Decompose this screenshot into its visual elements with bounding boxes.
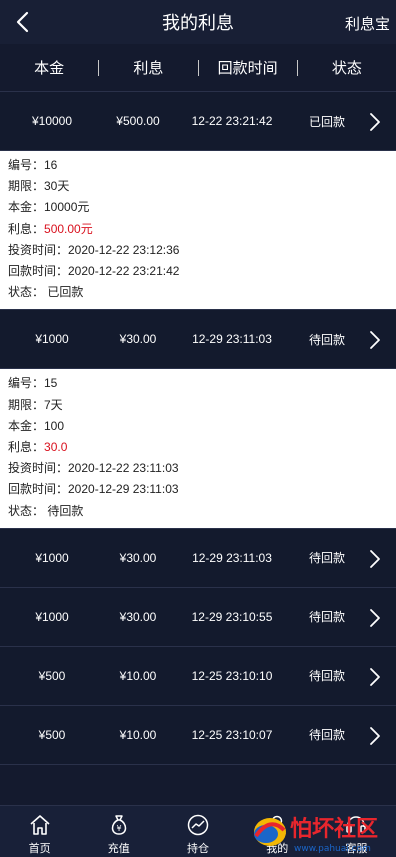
column-return-time: 回款时间	[217, 60, 278, 77]
tab-label: 客服	[345, 843, 368, 855]
detail-line: 本金：100	[8, 418, 65, 433]
money-bag-icon: ¥	[111, 815, 127, 835]
record-status: 待回款	[308, 551, 345, 566]
record-principal: ¥500	[38, 727, 66, 742]
chevron-right-icon[interactable]	[368, 549, 382, 569]
record-return-time: 12-22 23:21:42	[191, 114, 273, 128]
record-principal: ¥1000	[35, 609, 69, 624]
detail-line: 状态： 待回款	[8, 503, 84, 518]
chevron-right-icon[interactable]	[368, 726, 382, 746]
tab-label: 持仓	[187, 843, 209, 855]
record-interest: ¥30.00	[119, 332, 157, 347]
detail-line: 期限：30天	[8, 179, 70, 194]
record-detail: 编号：16 期限：30天 本金：10000元 利息：500.00元 投资时间：2020-…	[0, 151, 396, 311]
interest-list: ¥10000 ¥500.00 12-22 23:21:42 已回款编号：16 期限：30…	[0, 92, 396, 765]
detail-interest-value: 30.0	[44, 440, 68, 455]
back-button[interactable]	[8, 8, 36, 36]
record-row[interactable]: ¥10000 ¥500.00 12-22 23:21:42 已回款	[0, 92, 396, 151]
chevron-right-icon[interactable]	[368, 608, 382, 628]
detail-line: 本金：10000元	[8, 200, 90, 215]
record-interest: ¥500.00	[116, 114, 160, 128]
chevron-right-icon[interactable]	[368, 667, 382, 687]
record-interest: ¥10.00	[119, 727, 157, 742]
chevron-left-icon	[16, 11, 29, 33]
tab-label: 我的	[266, 843, 289, 855]
record-return-time: 12-29 23:11:03	[192, 332, 272, 347]
record-row[interactable]: ¥500 ¥10.00 12-25 23:10:07 待回款	[0, 705, 396, 765]
record-status: 已回款	[308, 114, 345, 129]
tab-chart[interactable]: 持仓	[158, 806, 237, 857]
record-row[interactable]: ¥500 ¥10.00 12-25 23:10:10 待回款	[0, 646, 396, 706]
detail-label: 利息：	[8, 221, 45, 236]
detail-line: 状态： 已回款	[8, 285, 84, 300]
bottom-tab-bar: 首页 ¥ 充值 持仓 我的 客服	[0, 805, 396, 857]
tab-label: 首页	[28, 843, 51, 855]
chevron-right-icon[interactable]	[368, 112, 382, 132]
record-row[interactable]: ¥1000 ¥30.00 12-29 23:11:03 待回款	[0, 310, 396, 370]
record-return-time: 12-25 23:10:10	[191, 668, 273, 683]
record-return-time: 12-29 23:11:03	[192, 550, 272, 565]
record-return-time: 12-25 23:10:07	[191, 727, 273, 742]
headset-icon	[346, 816, 367, 833]
detail-line: 回款时间：2020-12-29 23:11:03	[8, 482, 179, 497]
chevron-right-icon[interactable]	[368, 330, 382, 350]
record-interest: ¥30.00	[119, 609, 157, 624]
detail-line: 投资时间：2020-12-22 23:11:03	[8, 461, 179, 476]
detail-line: 期限：7天	[8, 397, 63, 412]
record-status: 待回款	[308, 728, 345, 743]
record-principal: ¥10000	[31, 114, 73, 128]
svg-text:¥: ¥	[116, 824, 121, 833]
detail-line: 编号：16	[8, 158, 58, 172]
record-return-time: 12-29 23:10:55	[191, 609, 273, 624]
record-principal: ¥500	[38, 668, 66, 683]
detail-line: 投资时间：2020-12-22 23:12:36	[8, 242, 180, 257]
column-principal: 本金	[34, 60, 65, 77]
tab-user[interactable]: 我的	[238, 806, 317, 857]
record-interest: ¥30.00	[119, 550, 157, 565]
detail-line: 利息：500.00元	[8, 219, 396, 240]
record-interest: ¥10.00	[119, 668, 157, 683]
record-status: 待回款	[308, 669, 345, 684]
column-interest: 利息	[133, 60, 164, 77]
detail-line: 回款时间：2020-12-22 23:21:42	[8, 264, 180, 279]
tab-label: 充值	[107, 843, 130, 855]
record-status: 待回款	[308, 332, 345, 347]
column-status: 状态	[331, 60, 362, 77]
chart-icon	[187, 814, 209, 836]
detail-line: 编号：15	[8, 376, 58, 391]
record-principal: ¥1000	[35, 332, 69, 347]
home-icon	[30, 815, 50, 835]
detail-line: 利息：30.0	[8, 437, 396, 458]
tab-money-bag[interactable]: ¥ 充值	[79, 806, 158, 857]
record-principal: ¥1000	[35, 550, 69, 565]
interest-treasure-link[interactable]: 利息宝	[345, 13, 390, 34]
tab-headset[interactable]: 客服	[317, 806, 396, 857]
user-icon	[268, 815, 286, 835]
page-title: 我的利息	[162, 13, 234, 33]
top-bar: 我的利息 利息宝	[0, 0, 396, 44]
detail-label: 利息：	[8, 440, 45, 455]
record-status: 待回款	[308, 610, 345, 625]
record-detail: 编号：15 期限：7天本金：100 利息：30.0 投资时间：2020-12-22 2…	[0, 369, 396, 529]
record-row[interactable]: ¥1000 ¥30.00 12-29 23:10:55 待回款	[0, 587, 396, 647]
record-row[interactable]: ¥1000 ¥30.00 12-29 23:11:03 待回款	[0, 528, 396, 588]
tab-home[interactable]: 首页	[0, 806, 79, 857]
detail-interest-value: 500.00元	[44, 221, 93, 236]
column-header: 本金 利息 回款时间 状态	[0, 44, 396, 92]
